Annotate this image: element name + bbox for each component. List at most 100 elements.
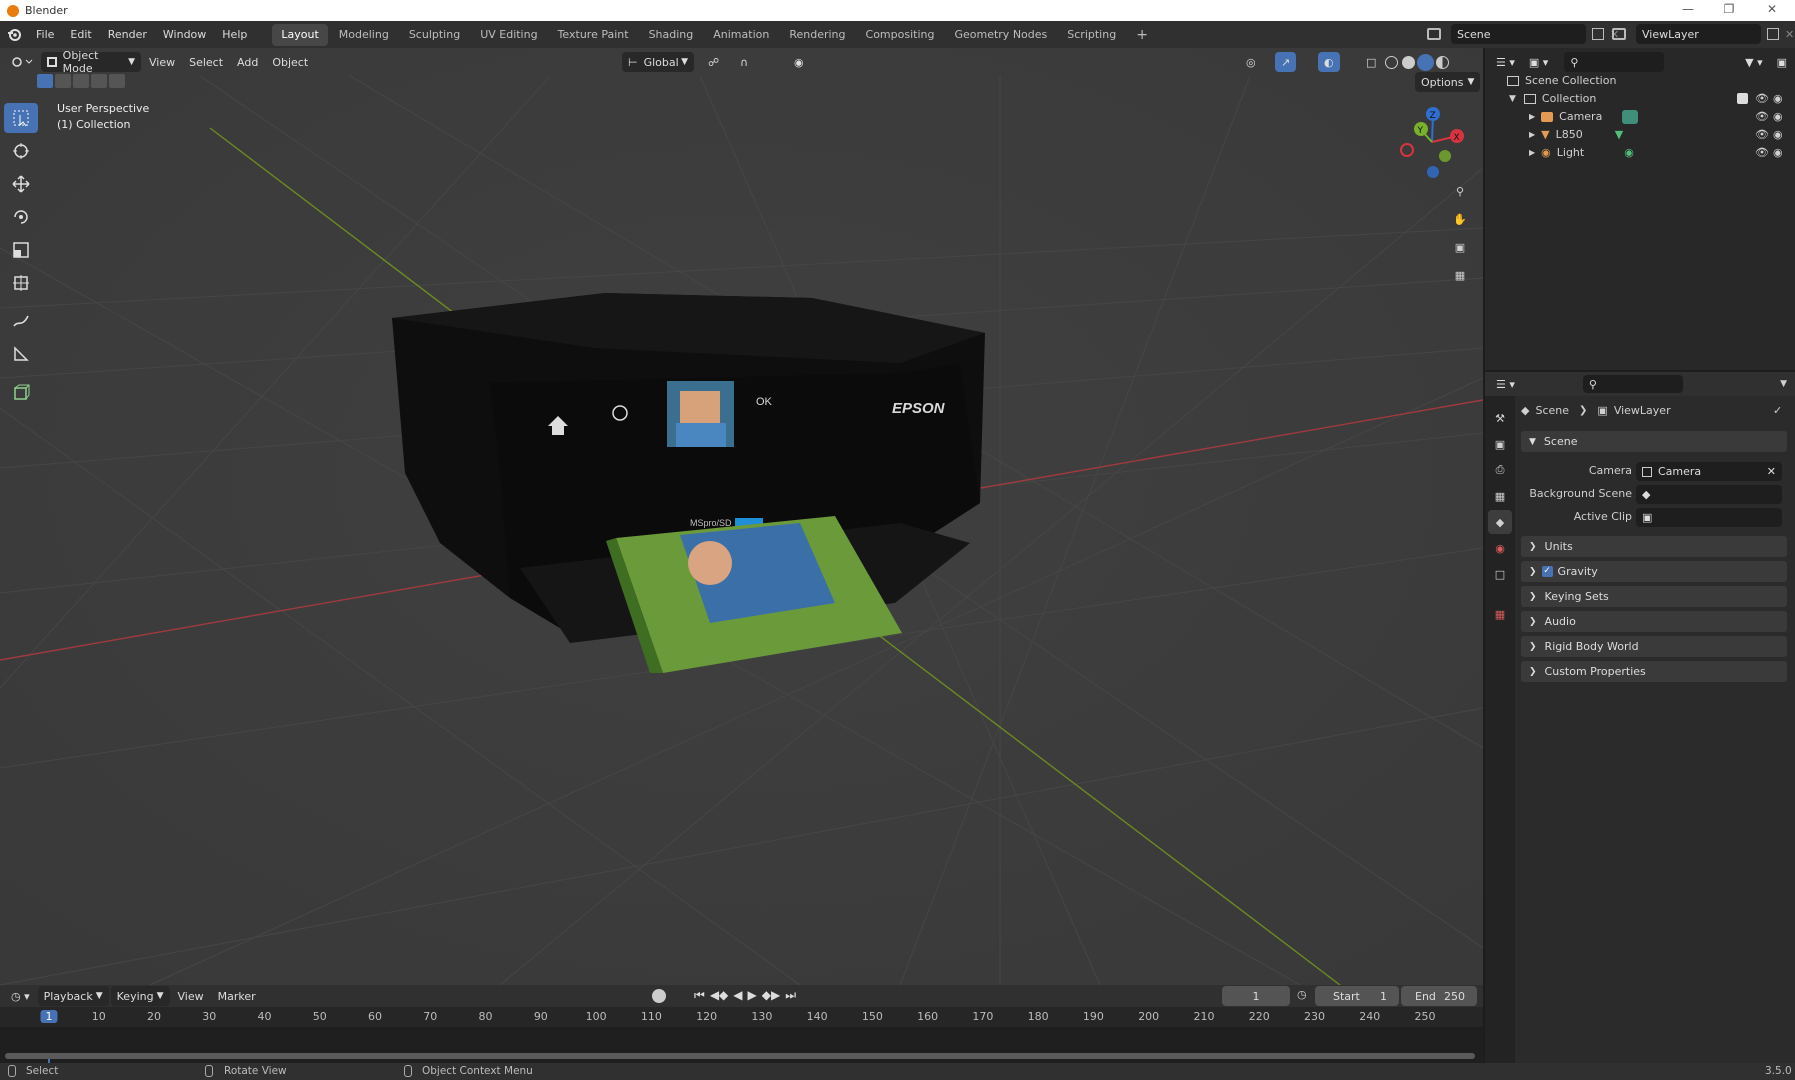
outliner-item-l850[interactable]: ▶ ▼ L850 ▼ 👁 ◉ [1485,125,1795,144]
visibility-eye-icon[interactable]: 👁 [1755,92,1769,105]
rendered-shading-icon[interactable] [1436,56,1449,69]
timeline-editor[interactable]: ◷ ▾ Playback ▼ Keying ▼ View Marker ⏮ ◀◆… [0,985,1483,1063]
wireframe-shading-icon[interactable] [1385,56,1398,69]
outliner-editor-type-icon[interactable]: ☰ ▾ [1490,52,1521,72]
pan-view-icon[interactable]: ✋ [1447,206,1473,232]
select-box-invert-icon[interactable] [91,74,107,88]
tab-sculpting[interactable]: Sculpting [400,24,469,46]
display-mode-icon[interactable]: ▣ ▾ [1523,52,1554,72]
printer-model[interactable]: EPSON OK MSpro/SD [380,273,1000,713]
perspective-toggle-icon[interactable]: ▦ [1447,262,1473,288]
next-keyframe-icon[interactable]: ◆▶ [762,988,780,1003]
tab-animation[interactable]: Animation [704,24,778,46]
camera-field[interactable]: Camera ✕ [1636,462,1782,481]
scene-panel-header[interactable]: ▼ Scene [1521,431,1787,452]
menu-edit[interactable]: Edit [62,21,99,48]
rigid-body-world-panel-header[interactable]: ❯ Rigid Body World [1521,636,1787,657]
orientation-selector[interactable]: ⊢ Global ▼ [622,52,694,72]
pin-icon[interactable]: ✓ [1773,404,1782,417]
properties-editor[interactable]: ☰ ▾ ⚲ ▼ ⚒ ▣ ⎙ ▦ ◆ ◉ □ ▦ ◆ Scene ❯ ▣ View… [1485,372,1795,1063]
preview-range-icon[interactable]: ◷ [1297,988,1307,1001]
tool-tab-icon[interactable]: ⚒ [1488,406,1512,430]
playback-menu[interactable]: Playback ▼ [37,986,109,1006]
viewport-menu-add[interactable]: Add [231,52,264,72]
light-data-icon[interactable]: ◉ [1624,146,1634,159]
audio-panel-header[interactable]: ❯ Audio [1521,611,1787,632]
active-clip-field[interactable]: ▣ [1636,508,1782,527]
viewport-menu-view[interactable]: View [143,52,181,72]
jump-start-icon[interactable]: ⏮ [694,988,705,1003]
viewport-menu-object[interactable]: Object [266,52,314,72]
end-frame-field[interactable]: End 250 [1401,986,1477,1006]
timeline-editor-type-icon[interactable]: ◷ ▾ [5,986,36,1006]
render-camera-icon[interactable]: ◉ [1773,110,1783,123]
overlay-toggle-icon[interactable]: ◐ [1318,52,1340,72]
scale-tool[interactable] [4,235,38,265]
tab-layout[interactable]: Layout [272,23,328,46]
gravity-panel-header[interactable]: ❯ ✓ Gravity [1521,561,1787,582]
exclude-checkbox[interactable] [1737,93,1748,104]
tab-geometry-nodes[interactable]: Geometry Nodes [945,24,1056,46]
timeline-ruler[interactable]: 1 10 20 30 40 50 60 70 80 90 100 110 120 130 140 150 160… [0,1007,1483,1063]
select-box-extend-icon[interactable] [55,74,71,88]
menu-window[interactable]: Window [155,21,214,48]
properties-editor-type-icon[interactable]: ☰ ▾ [1490,374,1521,394]
visibility-eye-icon[interactable]: 👁 [1755,128,1769,141]
tab-uv-editing[interactable]: UV Editing [471,24,546,46]
collection-tab-icon[interactable]: □ [1488,562,1512,586]
select-box-tool[interactable] [4,103,38,133]
custom-properties-panel-header[interactable]: ❯ Custom Properties [1521,661,1787,682]
filter-icon[interactable]: ▼ ▾ [1739,52,1768,72]
outliner-collection[interactable]: ▼ Collection 👁 ◉ [1485,89,1795,108]
jump-end-icon[interactable]: ⏭ [785,988,796,1003]
xray-icon[interactable]: □ [1360,52,1382,72]
camera-data-icon[interactable] [1622,109,1639,124]
new-collection-icon[interactable]: ▣ [1771,52,1793,72]
zoom-view-icon[interactable]: ⚲ [1447,178,1473,204]
current-frame-field[interactable]: 1 [1222,986,1290,1006]
play-reverse-icon[interactable]: ◀ [733,988,742,1003]
chevron-down-icon[interactable]: ▼ [1780,379,1787,389]
expand-arrow-icon[interactable]: ▼ [1509,94,1516,104]
prev-keyframe-icon[interactable]: ◀◆ [710,988,728,1003]
outliner-scene-collection[interactable]: Scene Collection [1485,71,1795,90]
new-scene-icon[interactable] [1592,28,1604,40]
menu-file[interactable]: File [28,21,62,48]
add-cube-tool[interactable] [4,377,38,407]
select-box-new-icon[interactable] [37,74,53,88]
gizmo-toggle-icon[interactable]: ↗ [1275,52,1297,72]
start-frame-field[interactable]: Start 1 [1315,986,1399,1006]
solid-shading-icon[interactable] [1402,56,1415,69]
annotate-tool[interactable] [4,306,38,336]
texture-tab-icon[interactable]: ▦ [1488,602,1512,626]
transform-tool[interactable] [4,268,38,298]
background-scene-field[interactable]: ◆ [1636,485,1782,504]
keying-menu[interactable]: Keying ▼ [110,986,170,1006]
select-box-subtract-icon[interactable] [73,74,89,88]
3d-viewport[interactable]: EPSON OK MSpro/SD Object Mode ▼ View Sel… [0,48,1483,985]
visibility-eye-icon[interactable]: 👁 [1755,146,1769,159]
menu-render[interactable]: Render [100,21,155,48]
expand-arrow-icon[interactable]: ▶ [1529,112,1535,121]
add-workspace-icon[interactable]: + [1127,24,1157,46]
move-tool[interactable] [4,169,38,199]
outliner-item-light[interactable]: ▶ ◉ Light ◉ 👁 ◉ [1485,143,1795,162]
measure-tool[interactable] [4,339,38,369]
tab-scripting[interactable]: Scripting [1058,24,1125,46]
render-camera-icon[interactable]: ◉ [1773,92,1783,105]
select-box-intersect-icon[interactable] [109,74,125,88]
mode-selector[interactable]: Object Mode ▼ [41,49,141,75]
restore-button[interactable]: ❐ [1710,0,1748,21]
editor-type-icon[interactable] [5,52,39,72]
navigation-gizmo[interactable]: Z X Y [1393,104,1473,184]
scene-tab-icon[interactable]: ◆ [1488,510,1512,534]
view-layer-tab-icon[interactable]: ▦ [1488,484,1512,508]
blender-menu-icon[interactable] [0,28,28,42]
minimize-button[interactable]: — [1669,0,1707,21]
timeline-scrollbar[interactable] [5,1053,1475,1059]
render-camera-icon[interactable]: ◉ [1773,128,1783,141]
world-tab-icon[interactable]: ◉ [1488,536,1512,560]
render-tab-icon[interactable]: ▣ [1488,432,1512,456]
new-viewlayer-icon[interactable] [1767,28,1779,40]
units-panel-header[interactable]: ❯ Units [1521,536,1787,557]
